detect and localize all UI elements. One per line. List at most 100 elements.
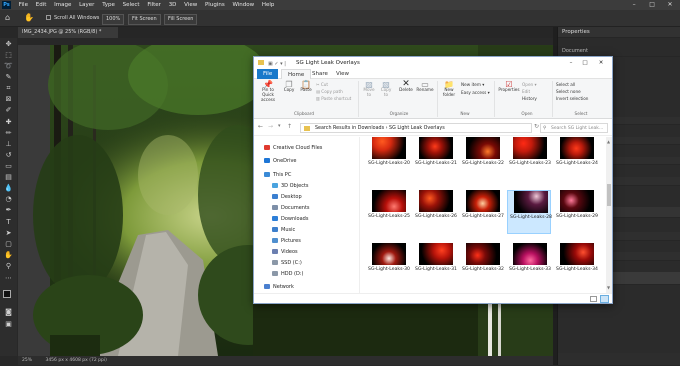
history-brush-icon[interactable]: ↺ [4,151,13,160]
nav-item[interactable]: This PC [264,171,291,179]
easy-access-button[interactable]: Easy access ▾ [461,90,490,95]
close-button[interactable]: ✕ [662,0,678,10]
type-icon[interactable]: T [4,218,13,227]
eraser-icon[interactable]: ▭ [4,162,13,171]
maximize-button[interactable]: □ [644,0,660,10]
quick-mask-icon[interactable]: ◙ [4,308,13,317]
close-button[interactable]: ✕ [594,57,608,69]
fill-screen-button[interactable]: Fill Screen [164,14,198,25]
edit-button[interactable]: Edit [522,89,530,94]
search-input[interactable]: ⚲ Search SG Light Leak... [540,123,608,133]
menu-select[interactable]: Select [120,0,143,10]
tab-file[interactable]: File [257,69,279,79]
menu-edit[interactable]: Edit [33,0,50,10]
file-thumbnail[interactable]: SG-Light-Leaks-20 [366,137,410,181]
move-to-button[interactable]: ▨ Move to [362,81,376,98]
nav-item[interactable]: Creative Cloud Files [264,144,322,152]
file-thumbnail[interactable]: SG-Light-Leaks-31 [413,243,457,287]
nav-item[interactable]: 3D Objects [272,182,309,190]
nav-item[interactable]: Pictures [272,237,301,245]
file-thumbnail[interactable]: SG-Light-Leaks-21 [413,137,457,181]
properties-title[interactable]: Properties [558,27,680,38]
nav-item[interactable]: Desktop [272,193,302,201]
up-arrow-icon[interactable]: ↑ [287,123,292,130]
paste-shortcut-button[interactable]: ▥ Paste shortcut [316,96,351,101]
open-button[interactable]: Open ▾ [522,82,537,87]
scroll-down-icon[interactable]: ▼ [607,285,611,290]
pen-icon[interactable]: ✒ [4,206,13,215]
zoom-level[interactable]: 25% [22,358,32,363]
healing-icon[interactable]: ✚ [4,118,13,127]
menu-view[interactable]: View [181,0,200,10]
more-tools-icon[interactable]: ⋯ [4,274,13,283]
hand-icon[interactable]: ✋ [24,13,34,22]
history-button[interactable]: History [522,96,537,101]
file-thumbnail[interactable]: SG-Light-Leaks-32 [460,243,504,287]
maximize-button[interactable]: □ [578,57,592,69]
file-thumbnail[interactable]: SG-Light-Leaks-33 [507,243,551,287]
menu-type[interactable]: Type [99,0,118,10]
scrollbar-thumb[interactable] [607,184,611,206]
menu-file[interactable]: File [16,0,31,10]
file-thumbnail[interactable]: SG-Light-Leaks-29 [554,190,598,234]
scroll-up-icon[interactable]: ▲ [607,139,611,144]
nav-item[interactable]: Downloads [272,215,308,223]
refresh-icon[interactable]: ↻ [534,123,539,130]
hand-tool-icon[interactable]: ✋ [4,251,13,260]
gradient-icon[interactable]: ▤ [4,173,13,182]
lasso-icon[interactable]: ➰ [4,62,13,71]
screen-mode-icon[interactable]: ▣ [4,320,13,329]
tab-view[interactable]: View [330,69,355,79]
copy-path-button[interactable]: ▤ Copy path [316,89,343,94]
path-select-icon[interactable]: ➤ [4,229,13,238]
file-thumbnail[interactable]: SG-Light-Leaks-30 [366,243,410,287]
select-none-button[interactable]: Select none [556,89,581,94]
properties-button[interactable]: ☑ Properties [498,81,520,93]
nav-item[interactable]: Music [272,226,295,234]
copy-button[interactable]: ❐ Copy [282,81,296,93]
pin-button[interactable]: 📌 Pin to Quick access [257,81,279,103]
zoom-icon[interactable]: ⚲ [4,262,13,271]
invert-selection-button[interactable]: Invert selection [556,96,588,101]
minimize-button[interactable]: – [564,57,578,69]
menu-layer[interactable]: Layer [76,0,97,10]
menu-window[interactable]: Window [229,0,257,10]
menu-image[interactable]: Image [51,0,74,10]
select-all-button[interactable]: Select all [556,82,575,87]
menu-3d[interactable]: 3D [166,0,180,10]
recent-dropdown-icon[interactable]: ▾ [278,123,281,129]
address-bar[interactable]: Search Results in Downloads › SG Light L… [300,123,532,133]
marquee-icon[interactable]: ⬚ [4,51,13,60]
nav-item[interactable]: Videos [272,248,298,256]
file-thumbnail[interactable]: SG-Light-Leaks-28 [507,190,552,234]
paste-button[interactable]: 📋 Paste [299,81,313,93]
nav-item[interactable]: SSD (C:) [272,259,302,267]
document-tab[interactable]: IMG_2434.JPG @ 25% (RGB/8) * [18,27,118,38]
cut-button[interactable]: ✂ Cut [316,82,328,87]
file-thumbnail[interactable]: SG-Light-Leaks-26 [413,190,457,234]
menu-filter[interactable]: Filter [144,0,164,10]
details-view-icon[interactable] [590,296,597,302]
menu-plugins[interactable]: Plugins [202,0,228,10]
crop-icon[interactable]: ⌗ [4,84,13,93]
magic-wand-icon[interactable]: ✎ [4,73,13,82]
vertical-scrollbar[interactable]: ▲ ▼ [606,137,612,293]
file-thumbnail[interactable]: SG-Light-Leaks-22 [460,137,504,181]
breadcrumb[interactable]: Search Results in Downloads › SG Light L… [315,126,445,131]
forward-arrow-icon[interactable]: → [268,123,273,130]
stamp-icon[interactable]: ⊥ [4,140,13,149]
nav-item[interactable]: HDD (D:) [272,270,304,278]
zoom-100-button[interactable]: 100% [102,14,125,25]
back-arrow-icon[interactable]: ← [258,123,263,130]
file-thumbnail[interactable]: SG-Light-Leaks-23 [507,137,551,181]
brush-icon[interactable]: ✏ [4,129,13,138]
new-folder-button[interactable]: 📁 New folder [440,81,458,98]
frame-icon[interactable]: ⊠ [4,95,13,104]
file-thumbnail[interactable]: SG-Light-Leaks-25 [366,190,410,234]
shape-icon[interactable]: ▢ [4,240,13,249]
nav-item[interactable]: Documents [272,204,310,212]
fit-screen-button[interactable]: Fit Screen [128,14,161,25]
scroll-all-checkbox[interactable] [46,15,51,20]
eyedropper-icon[interactable]: ✐ [4,106,13,115]
foreground-color-swatch[interactable] [3,290,11,298]
